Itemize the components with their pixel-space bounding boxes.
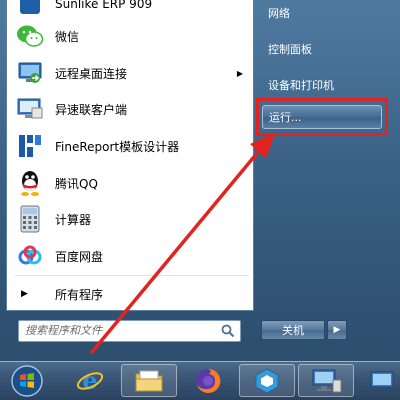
program-item-gnway[interactable]: 异速联客户端 xyxy=(7,91,251,127)
app-icon xyxy=(255,367,279,394)
start-button[interactable] xyxy=(6,364,48,397)
finereport-icon xyxy=(15,131,45,161)
program-item-finereport[interactable]: FineReport模板设计器 xyxy=(7,128,251,164)
program-label: 计算器 xyxy=(55,212,92,227)
shutdown-button[interactable]: 关机 xyxy=(261,320,325,340)
taskbar-ie[interactable]: e xyxy=(62,364,118,397)
taskbar-firefox[interactable] xyxy=(180,364,236,397)
program-label: 百度网盘 xyxy=(55,249,104,264)
search-box[interactable] xyxy=(18,320,241,342)
all-programs-button[interactable]: ▶ 所有程序 xyxy=(7,280,251,308)
sunlike-erp-icon xyxy=(15,0,45,19)
all-programs-label: 所有程序 xyxy=(55,287,104,302)
file-explorer-icon xyxy=(135,370,163,391)
program-label: 远程桌面连接 xyxy=(55,66,128,81)
shutdown-options-button[interactable]: ▶ xyxy=(327,320,347,340)
program-item-wechat[interactable]: 微信 xyxy=(7,18,251,54)
gnway-client-icon xyxy=(15,94,45,124)
qq-icon xyxy=(15,168,45,198)
program-label: 异速联客户端 xyxy=(55,102,128,117)
program-label: 腾讯QQ xyxy=(55,176,98,191)
taskbar-more[interactable] xyxy=(360,364,400,397)
right-item-devices-printers[interactable]: 设备和打印机 xyxy=(262,72,380,98)
wechat-icon xyxy=(15,21,45,51)
taskbar-app[interactable] xyxy=(239,364,295,397)
right-item-label: 网络 xyxy=(268,7,290,20)
submenu-arrow-icon: ▶ xyxy=(236,68,243,78)
all-programs-arrow-icon: ▶ xyxy=(21,289,28,299)
search-input[interactable] xyxy=(25,323,210,337)
baidu-netdisk-icon xyxy=(15,241,45,271)
program-item-calculator[interactable]: 计算器 xyxy=(7,201,251,237)
network-computer-icon xyxy=(312,369,342,392)
program-item-baidu-netdisk[interactable]: 百度网盘 xyxy=(7,238,251,274)
svg-text:e: e xyxy=(82,366,97,395)
taskbar-explorer[interactable] xyxy=(121,364,177,397)
chevron-right-icon: ▶ xyxy=(333,325,341,335)
program-label: 微信 xyxy=(55,29,80,44)
highlight-box xyxy=(256,98,388,136)
right-item-label: 设备和打印机 xyxy=(268,79,334,92)
program-label: Sunlike ERP 909 xyxy=(55,0,153,11)
remote-desktop-icon xyxy=(15,58,45,88)
divider xyxy=(15,275,249,276)
search-icon[interactable] xyxy=(221,324,235,338)
program-item-qq[interactable]: 腾讯QQ xyxy=(7,165,251,201)
program-item-remote-desktop[interactable]: 远程桌面连接 ▶ xyxy=(7,55,251,91)
monitor-icon xyxy=(370,371,394,387)
taskbar-network-computer[interactable] xyxy=(298,364,354,397)
right-item-network[interactable]: 网络 xyxy=(262,0,380,26)
firefox-icon xyxy=(196,368,221,393)
shutdown-label: 关机 xyxy=(282,324,304,337)
program-label: FineReport模板设计器 xyxy=(55,139,180,154)
internet-explorer-icon: e xyxy=(76,366,104,395)
right-item-control-panel[interactable]: 控制面板 xyxy=(262,36,380,62)
right-item-label: 控制面板 xyxy=(268,43,312,56)
calculator-icon xyxy=(15,204,45,234)
start-menu-programs-panel: Sunlike ERP 909 微信 远程桌面连接 ▶ 异速联客户端 FineR… xyxy=(6,0,254,311)
start-orb-icon xyxy=(11,364,43,397)
